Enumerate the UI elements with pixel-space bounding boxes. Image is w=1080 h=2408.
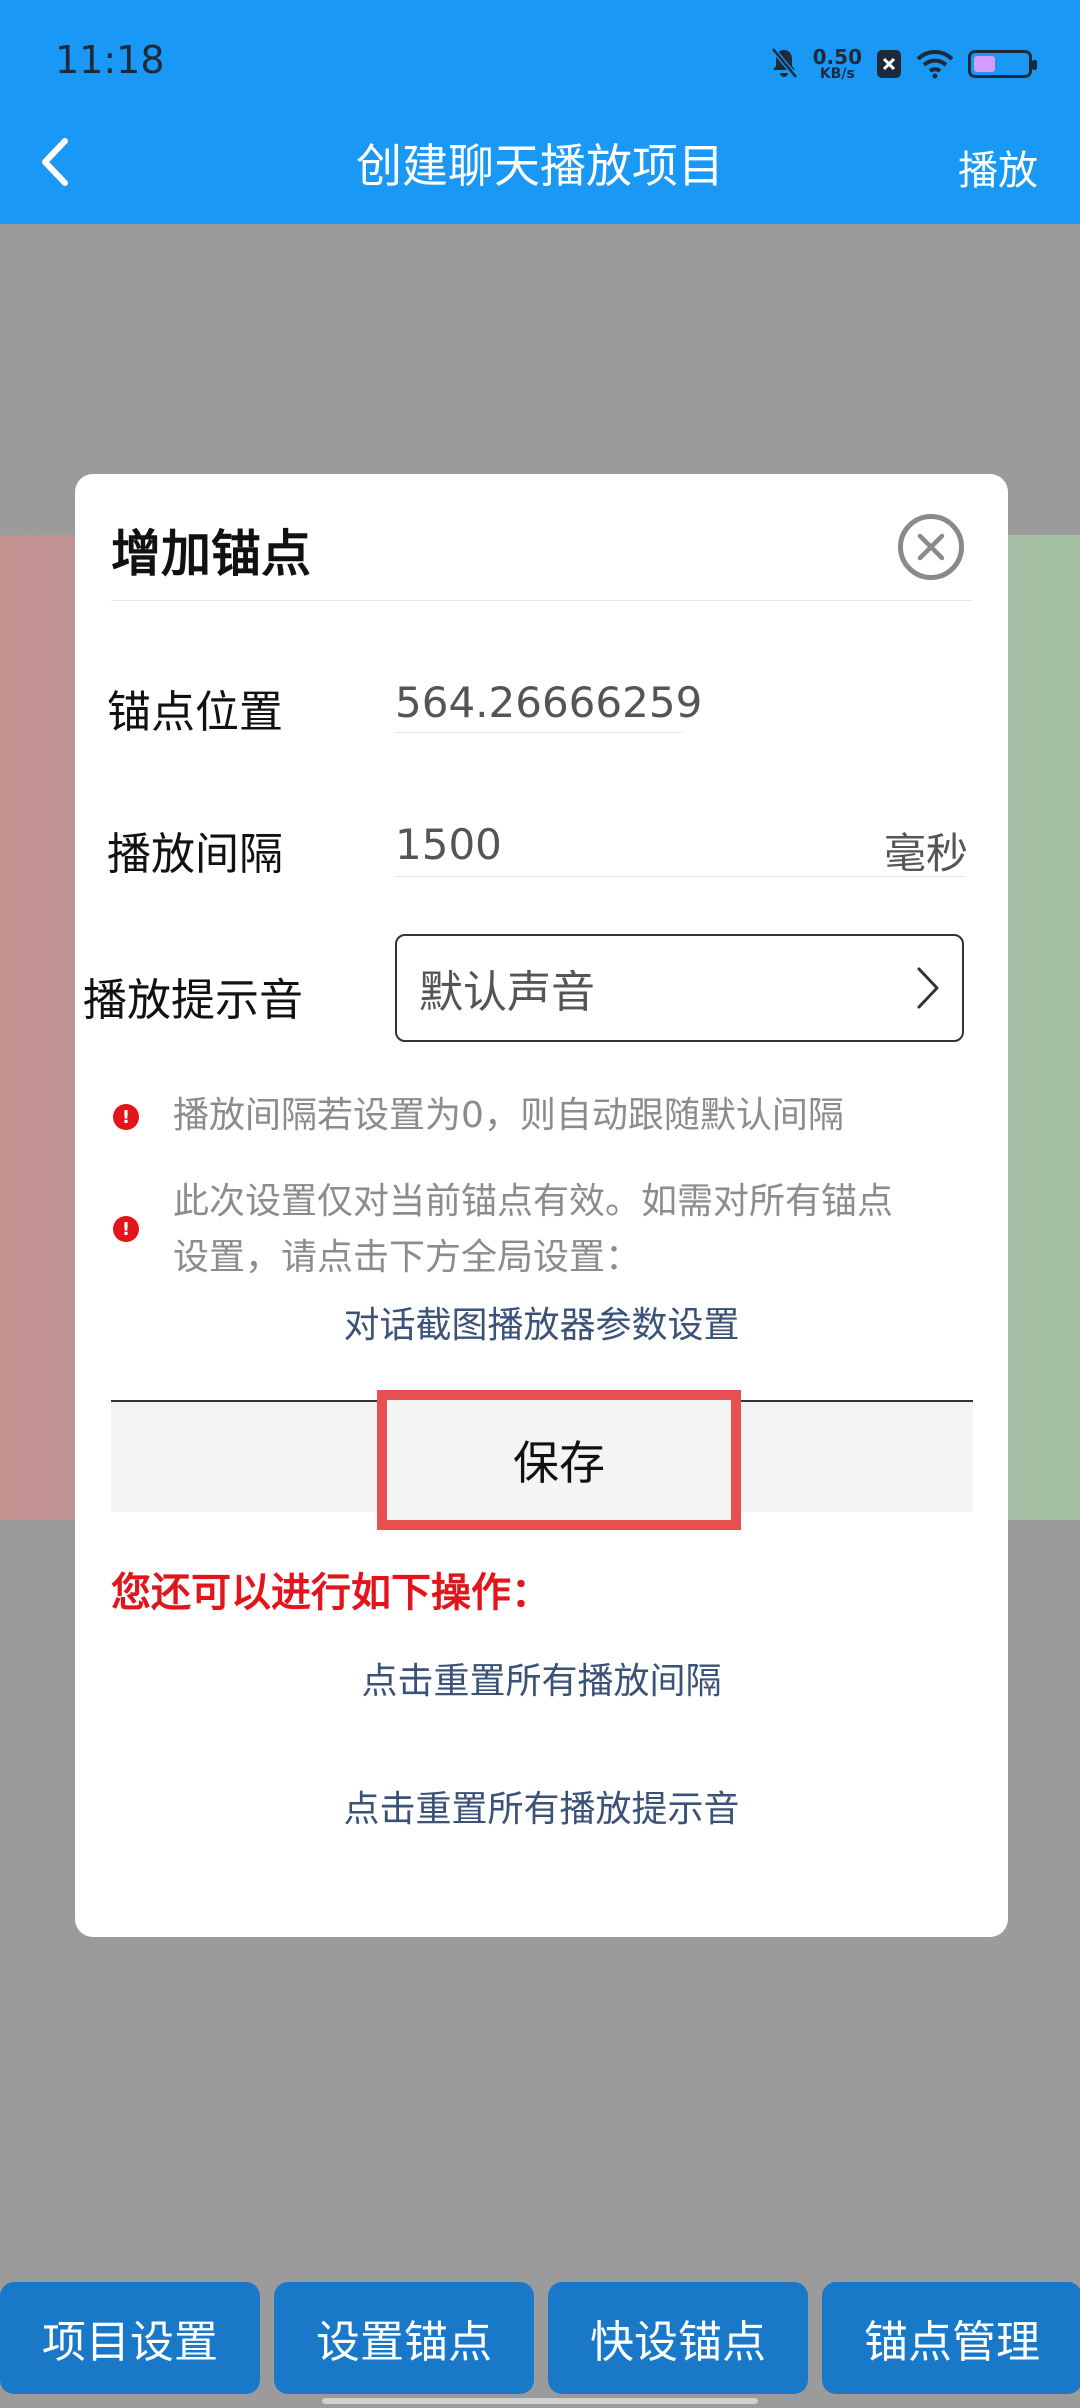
close-button[interactable] <box>898 514 964 580</box>
bottom-toolbar: 项目设置 设置锚点 快设锚点 锚点管理 <box>0 2282 1080 2394</box>
anchor-position-input[interactable]: 564.26666259 <box>395 678 702 727</box>
net-speed: 0.50 KB/s <box>813 47 862 81</box>
tone-select-value: 默认声音 <box>419 967 595 1018</box>
anchor-management-button[interactable]: 锚点管理 <box>822 2282 1080 2394</box>
tone-label: 播放提示音 <box>83 975 303 1026</box>
battery-icon <box>968 50 1037 78</box>
play-interval-unit: 毫秒 <box>883 829 968 878</box>
quick-set-anchor-button[interactable]: 快设锚点 <box>548 2282 808 2394</box>
note-interval-zero: 播放间隔若设置为0，则自动跟随默认间隔 <box>173 1095 844 1136</box>
net-speed-value: 0.50 <box>812 45 862 69</box>
reset-tones-link[interactable]: 点击重置所有播放提示音 <box>75 1780 1008 1832</box>
anchor-position-underline <box>395 732 683 733</box>
play-button[interactable]: 播放 <box>958 138 1038 196</box>
note-current-anchor-line2: 设置，请点击下方全局设置： <box>173 1237 642 1278</box>
add-anchor-dialog: 增加锚点 锚点位置 564.26666259 播放间隔 1500 毫秒 播放提示… <box>75 474 1008 1937</box>
save-button[interactable]: 保存 <box>377 1390 741 1530</box>
status-icons: 0.50 KB/s <box>769 40 1037 88</box>
mute-bell-icon <box>770 47 798 79</box>
tone-select[interactable]: 默认声音 <box>395 934 964 1042</box>
note-current-anchor-line1: 此次设置仅对当前锚点有效。如需对所有锚点 <box>173 1181 894 1222</box>
x-badge-icon <box>877 50 901 78</box>
wifi-icon <box>916 49 954 79</box>
reset-intervals-link[interactable]: 点击重置所有播放间隔 <box>75 1652 1008 1704</box>
play-interval-label: 播放间隔 <box>107 829 283 880</box>
info-icon: ! <box>113 1216 139 1242</box>
info-icon: ! <box>113 1104 139 1130</box>
home-indicator[interactable] <box>322 2398 758 2404</box>
page-title: 创建聊天播放项目 <box>356 139 724 193</box>
status-time: 11:18 <box>55 38 165 82</box>
title-divider <box>111 600 972 601</box>
play-interval-underline <box>395 876 964 877</box>
dialog-title: 增加锚点 <box>111 525 311 583</box>
app-header: 11:18 0.50 KB/s 创建聊天播放项目 播放 <box>0 0 1080 224</box>
chevron-right-icon <box>917 967 939 1009</box>
set-anchor-button[interactable]: 设置锚点 <box>274 2282 534 2394</box>
net-speed-unit: KB/s <box>819 66 855 82</box>
play-interval-input[interactable]: 1500 <box>395 820 502 869</box>
more-operations-heading: 您还可以进行如下操作： <box>111 1570 551 1616</box>
close-circle-icon <box>917 533 945 561</box>
project-settings-button[interactable]: 项目设置 <box>0 2282 260 2394</box>
global-settings-link[interactable]: 对话截图播放器参数设置 <box>75 1296 1008 1348</box>
anchor-position-label: 锚点位置 <box>107 687 283 738</box>
